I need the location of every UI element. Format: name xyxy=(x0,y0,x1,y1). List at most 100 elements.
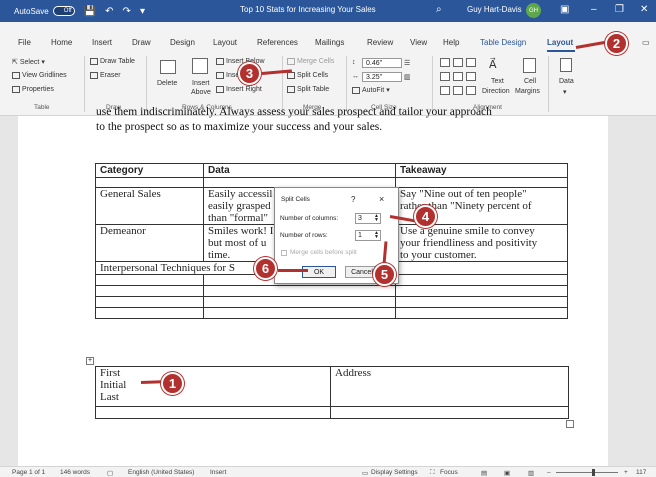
zoom-level[interactable]: 117 xyxy=(636,469,646,476)
table-cell[interactable] xyxy=(203,177,396,188)
comments-icon[interactable]: ▭ xyxy=(642,38,650,47)
tab-help[interactable]: Help xyxy=(443,38,459,47)
table-cell[interactable] xyxy=(203,296,396,308)
data-button[interactable]: Data xyxy=(559,78,574,85)
tab-references[interactable]: References xyxy=(257,38,298,47)
align-center-icon[interactable] xyxy=(453,72,463,81)
avatar[interactable]: GH xyxy=(526,3,541,18)
print-layout-icon[interactable]: ▣ xyxy=(504,469,510,477)
close-icon[interactable]: × xyxy=(379,194,384,204)
chevron-down-icon[interactable]: ▾ xyxy=(563,88,567,96)
text-direction-icon[interactable]: A⃗ xyxy=(489,58,497,71)
align-bottom-center-icon[interactable] xyxy=(453,86,463,95)
table-cell[interactable] xyxy=(203,285,396,297)
tab-draw[interactable]: Draw xyxy=(132,38,151,47)
user-name[interactable]: Guy Hart-Davis xyxy=(467,5,522,14)
table-cell[interactable] xyxy=(395,177,568,188)
save-icon[interactable]: 💾 xyxy=(84,6,96,17)
table-cell[interactable] xyxy=(395,307,568,319)
table-cell[interactable] xyxy=(395,261,568,275)
zoom-out-icon[interactable]: – xyxy=(547,469,551,476)
split-cells-button[interactable]: Split Cells xyxy=(287,72,328,79)
ok-button[interactable]: OK xyxy=(302,266,336,278)
table-move-handle[interactable]: + xyxy=(86,357,94,365)
table-cell[interactable] xyxy=(330,406,569,419)
align-top-center-icon[interactable] xyxy=(453,58,463,67)
insert-right-button[interactable]: Insert Right xyxy=(216,86,262,93)
table-cell[interactable]: Demeanor xyxy=(95,224,204,262)
insert-above-icon[interactable] xyxy=(192,58,208,74)
distribute-rows-icon[interactable]: ☰ xyxy=(404,59,410,67)
table-cell[interactable] xyxy=(395,274,568,286)
insert-below-button[interactable]: Insert Below xyxy=(216,58,265,65)
cell-margins-label-2[interactable]: Margins xyxy=(515,88,540,95)
tab-file[interactable]: File xyxy=(18,38,31,47)
autofit-button[interactable]: AutoFit ▾ xyxy=(352,86,390,94)
proofing-icon[interactable]: ▢ xyxy=(107,469,113,477)
properties-button[interactable]: Properties xyxy=(12,86,54,93)
tab-layout-page[interactable]: Layout xyxy=(213,38,237,47)
text-direction-label-2[interactable]: Direction xyxy=(482,88,510,95)
table-resize-handle[interactable] xyxy=(566,420,574,428)
align-center-right-icon[interactable] xyxy=(466,72,476,81)
read-mode-icon[interactable]: ▤ xyxy=(481,469,487,477)
view-gridlines-button[interactable]: View Gridlines xyxy=(12,72,67,79)
table-cell[interactable] xyxy=(95,406,331,419)
tab-home[interactable]: Home xyxy=(51,38,72,47)
web-layout-icon[interactable]: ▥ xyxy=(528,469,534,477)
table-cell[interactable]: Use a genuine smile to convey your frien… xyxy=(395,224,568,262)
row-height-input[interactable]: 0.46" xyxy=(362,58,402,68)
data-icon[interactable] xyxy=(560,58,572,72)
zoom-in-icon[interactable]: + xyxy=(624,469,628,476)
table-header-cell[interactable]: Data xyxy=(203,163,396,178)
merge-cells-button[interactable]: Merge Cells xyxy=(287,58,334,65)
restore-icon[interactable]: ❐ xyxy=(615,4,624,15)
align-top-right-icon[interactable] xyxy=(466,58,476,67)
insert-above-label-1[interactable]: Insert xyxy=(192,80,210,87)
table-cell[interactable] xyxy=(395,285,568,297)
table-cell[interactable]: General Sales xyxy=(95,187,204,225)
table-cell[interactable] xyxy=(203,307,396,319)
customize-toolbar-icon[interactable]: ▾ xyxy=(140,6,145,17)
merge-before-split-checkbox[interactable]: Merge cells before split xyxy=(281,249,357,256)
tab-table-layout[interactable]: Layout xyxy=(547,38,573,47)
redo-icon[interactable]: ↷ xyxy=(123,6,131,17)
table-cell[interactable] xyxy=(95,274,204,286)
tab-design[interactable]: Design xyxy=(170,38,195,47)
align-bottom-right-icon[interactable] xyxy=(466,86,476,95)
rows-stepper[interactable]: 1 ▲ ▼ xyxy=(355,230,381,241)
table-cell[interactable] xyxy=(395,296,568,308)
autosave-toggle[interactable]: Off xyxy=(52,6,75,16)
language-indicator[interactable]: English (United States) xyxy=(128,469,194,476)
cell-margins-label-1[interactable]: Cell xyxy=(524,78,536,85)
insert-above-label-2[interactable]: Above xyxy=(191,89,211,96)
ribbon-display-icon[interactable]: ▣ xyxy=(560,4,569,15)
table-cell[interactable] xyxy=(95,307,204,319)
eraser-button[interactable]: Eraser xyxy=(90,72,121,79)
tab-mailings[interactable]: Mailings xyxy=(315,38,344,47)
display-settings-button[interactable]: Display Settings xyxy=(371,469,418,476)
align-center-left-icon[interactable] xyxy=(440,72,450,81)
table-cell[interactable]: Address xyxy=(330,366,569,407)
undo-icon[interactable]: ↶ xyxy=(105,6,113,17)
column-width-input[interactable]: 3.25" xyxy=(362,72,402,82)
focus-icon[interactable]: ⛶ xyxy=(430,469,435,477)
display-settings-icon[interactable]: ▭ xyxy=(362,469,368,477)
cell-margins-icon[interactable] xyxy=(523,58,536,73)
columns-stepper[interactable]: 3 ▲ ▼ xyxy=(355,213,381,224)
spinner-arrows-icon[interactable]: ▲ ▼ xyxy=(374,231,379,240)
table-header-cell[interactable]: Category xyxy=(95,163,204,178)
table-cell[interactable] xyxy=(95,285,204,297)
zoom-slider-track[interactable] xyxy=(556,472,618,473)
delete-button[interactable]: Delete xyxy=(157,80,177,87)
table-cell[interactable] xyxy=(95,296,204,308)
table-cell[interactable] xyxy=(95,177,204,188)
page-count[interactable]: Page 1 of 1 xyxy=(12,469,45,476)
word-count[interactable]: 146 words xyxy=(60,469,90,476)
table-cell-selected[interactable]: First Initial Last xyxy=(95,366,331,407)
align-bottom-left-icon[interactable] xyxy=(440,86,450,95)
text-direction-label-1[interactable]: Text xyxy=(491,78,504,85)
table-header-cell[interactable]: Takeaway xyxy=(395,163,568,178)
delete-table-icon[interactable] xyxy=(160,60,176,74)
select-button[interactable]: ⇱ Select ▾ xyxy=(12,58,45,67)
